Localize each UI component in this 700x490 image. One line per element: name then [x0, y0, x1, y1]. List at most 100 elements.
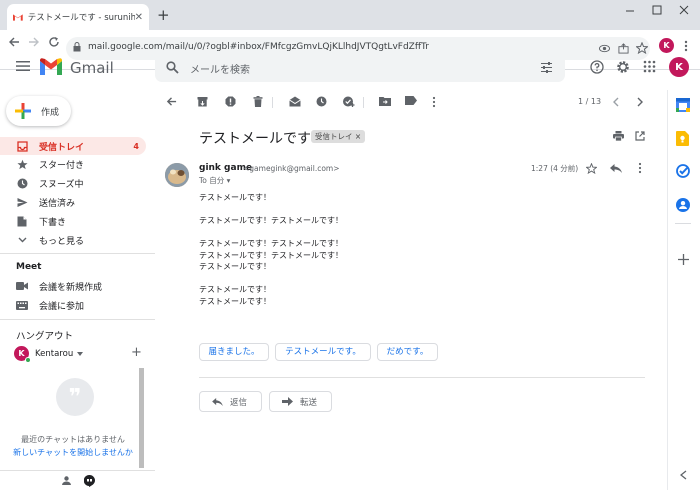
- forward-label: 転送: [300, 397, 318, 408]
- sidebar-item-more[interactable]: もっと見る: [0, 231, 146, 249]
- compose-label: 作成: [41, 107, 60, 118]
- sidebar-divider: [0, 253, 155, 254]
- chevron-right-icon[interactable]: [637, 97, 643, 107]
- settings-gear-icon[interactable]: [616, 60, 630, 74]
- add-chat-button[interactable]: +: [131, 345, 142, 360]
- sidebar-item-starred[interactable]: スター付き: [0, 155, 146, 173]
- mail-search-input[interactable]: メールを検索: [155, 54, 565, 82]
- send-icon: [17, 197, 27, 207]
- message-toolbar: 1 / 13: [155, 90, 655, 114]
- calendar-icon[interactable]: [676, 98, 690, 112]
- sidebar-item-sent[interactable]: 送信済み: [0, 193, 146, 211]
- get-addons-plus-icon[interactable]: [678, 254, 689, 265]
- delete-icon[interactable]: [253, 96, 263, 107]
- browser-tab[interactable]: テストメールです - surunihacom@gmail.com ✕: [7, 4, 149, 30]
- open-in-new-window-icon[interactable]: [635, 131, 645, 141]
- reply-label: 返信: [230, 397, 248, 408]
- sidebar-item-inbox[interactable]: 受信トレイ 4: [0, 137, 146, 155]
- body-line: [199, 204, 343, 216]
- reply-icon[interactable]: [610, 164, 622, 173]
- gmail-wordmark[interactable]: Gmail: [70, 59, 114, 77]
- back-to-inbox-icon[interactable]: [166, 96, 177, 107]
- minimize-icon[interactable]: [625, 6, 635, 16]
- meet-join[interactable]: 会議に参加: [0, 296, 146, 314]
- video-camera-icon: [16, 282, 28, 290]
- new-tab-button[interactable]: +: [157, 6, 170, 24]
- keep-icon[interactable]: [676, 131, 689, 146]
- reply-button[interactable]: 返信: [199, 391, 262, 412]
- body-line: [199, 227, 343, 239]
- sidebar-divider: [0, 319, 155, 320]
- smart-reply-button[interactable]: だめです。: [377, 343, 438, 361]
- sidebar-item-label: スター付き: [39, 160, 85, 171]
- sidebar-scrollbar[interactable]: [139, 368, 144, 468]
- report-spam-icon[interactable]: [225, 96, 236, 107]
- inbox-label-chip[interactable]: 受信トレイ ×: [311, 130, 366, 143]
- gmail-favicon-icon: [13, 14, 23, 21]
- hangouts-user-name: Kentarou: [35, 348, 74, 359]
- search-options-icon[interactable]: [540, 61, 553, 74]
- main-menu-icon[interactable]: [16, 61, 30, 71]
- archive-icon[interactable]: [197, 96, 208, 107]
- clock-icon: [17, 178, 27, 188]
- body-line: テストメールです！テストメールです！: [199, 239, 343, 248]
- message-body: テストメールです！ テストメールです！テストメールです！ テストメールです！テス…: [199, 192, 343, 307]
- smart-reply-button[interactable]: テストメールです。: [275, 343, 371, 361]
- body-line: テストメールです！: [199, 193, 271, 202]
- expand-panel-icon[interactable]: [680, 470, 687, 480]
- tasks-icon[interactable]: [676, 164, 690, 178]
- sender-avatar[interactable]: [165, 163, 189, 187]
- mark-unread-icon[interactable]: [289, 96, 301, 107]
- forward-arrow-icon: [282, 397, 293, 406]
- pagination-count: 1 / 13: [578, 97, 602, 106]
- contacts-icon[interactable]: [676, 198, 690, 212]
- hangouts-icon[interactable]: [84, 475, 95, 487]
- forward-button[interactable]: 転送: [269, 391, 332, 412]
- snooze-clock-icon[interactable]: [316, 96, 327, 107]
- sidebar: 作成 受信トレイ 4 スター付き スヌーズ中 送信済み 下書き もっと見る Me…: [0, 90, 155, 490]
- sidebar-item-label: もっと見る: [39, 236, 85, 247]
- tab-close-icon[interactable]: ✕: [135, 12, 143, 23]
- star-icon: [16, 159, 28, 169]
- inbox-icon: [16, 140, 28, 152]
- body-line: テストメールです！: [199, 296, 271, 306]
- meet-new-meeting[interactable]: 会議を新規作成: [0, 277, 146, 295]
- more-options-icon[interactable]: [432, 96, 436, 108]
- gmail-logo-icon[interactable]: [40, 58, 62, 75]
- message-subject: テストメールです: [199, 131, 311, 147]
- start-chat-link[interactable]: 新しいチャットを開始しませんか: [0, 447, 146, 458]
- hangouts-user-avatar: K: [14, 346, 31, 363]
- person-icon[interactable]: [62, 476, 71, 485]
- smart-reply-button[interactable]: 届きました。: [199, 343, 269, 361]
- account-avatar[interactable]: K: [669, 57, 689, 77]
- sidebar-item-drafts[interactable]: 下書き: [0, 212, 146, 230]
- search-placeholder: メールを検索: [190, 65, 250, 76]
- move-to-icon[interactable]: [379, 96, 391, 106]
- meet-heading: Meet: [16, 262, 42, 272]
- print-icon[interactable]: [613, 131, 624, 141]
- apps-grid-icon[interactable]: [643, 60, 656, 73]
- hangouts-chat-area: ❞ 最近のチャットはありません 新しいチャットを開始しませんか: [0, 368, 146, 468]
- sidebar-item-label: 送信済み: [39, 198, 76, 209]
- window-close-icon[interactable]: [679, 5, 689, 15]
- body-line: [199, 273, 343, 285]
- chevron-down-icon: [18, 237, 26, 243]
- keyboard-icon: [16, 300, 28, 310]
- star-message-icon[interactable]: [586, 163, 597, 174]
- sidebar-item-label: スヌーズ中: [39, 179, 84, 190]
- sidebar-item-snoozed[interactable]: スヌーズ中: [0, 174, 146, 192]
- chevron-left-icon[interactable]: [613, 97, 619, 107]
- caret-down-icon: [77, 351, 84, 356]
- message-divider: [199, 377, 645, 378]
- draft-icon: [17, 216, 27, 226]
- maximize-icon[interactable]: [652, 5, 662, 15]
- compose-button[interactable]: 作成: [6, 96, 71, 126]
- message-more-icon[interactable]: [638, 162, 642, 174]
- add-to-tasks-icon[interactable]: [343, 96, 355, 107]
- search-icon[interactable]: [166, 61, 179, 74]
- side-panel: [667, 90, 700, 490]
- hangouts-user[interactable]: K Kentarou: [14, 346, 84, 363]
- recipient-details[interactable]: To 自分 ▾: [199, 175, 230, 186]
- label-icon[interactable]: [405, 96, 417, 105]
- help-icon[interactable]: [590, 60, 604, 74]
